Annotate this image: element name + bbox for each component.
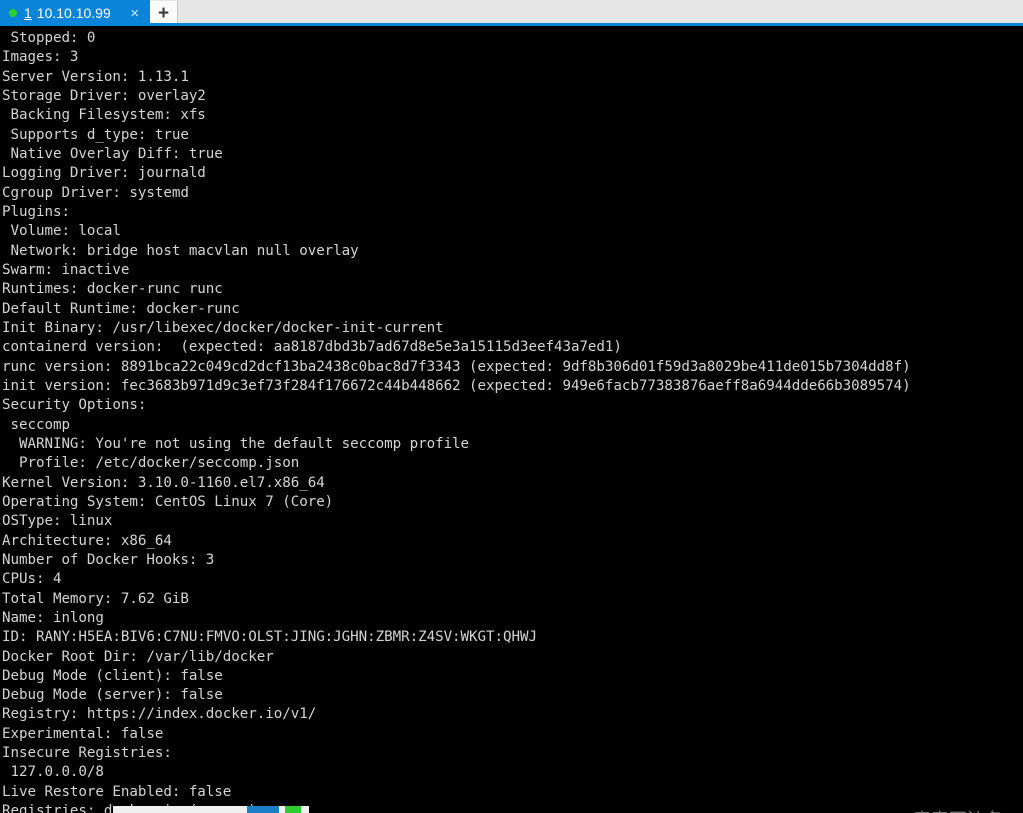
terminal-line: Volume: local bbox=[2, 223, 121, 240]
terminal-line: OSType: linux bbox=[2, 513, 113, 530]
terminal-line: containerd version: (expected: aa8187dbd… bbox=[2, 339, 622, 356]
terminal-line: Insecure Registries: bbox=[2, 745, 172, 762]
terminal-line: Profile: /etc/docker/seccomp.json bbox=[2, 455, 300, 472]
terminal-line: WARNING: You're not using the default se… bbox=[2, 435, 470, 452]
terminal-line: runc version: 8891bca22c049cd2dcf13ba243… bbox=[2, 358, 911, 375]
bottom-window-strip-accent bbox=[247, 806, 279, 813]
terminal-line: Stopped: 0 bbox=[2, 30, 96, 46]
terminal-line: Logging Driver: journald bbox=[2, 165, 206, 182]
terminal-line: Storage Driver: overlay2 bbox=[2, 87, 206, 104]
terminal-line: Network: bridge host macvlan null overla… bbox=[2, 242, 359, 259]
terminal-line: Kernel Version: 3.10.0-1160.el7.x86_64 bbox=[2, 474, 325, 491]
terminal-line: 127.0.0.0/8 bbox=[2, 764, 104, 781]
terminal-line: Total Memory: 7.62 GiB bbox=[2, 590, 189, 607]
terminal-line: Runtimes: docker-runc runc bbox=[2, 281, 223, 298]
bottom-window-strip-indicator bbox=[285, 806, 301, 813]
terminal-line: ID: RANY:H5EA:BIV6:C7NU:FMVO:OLST:JING:J… bbox=[2, 629, 537, 646]
terminal-line: Plugins: bbox=[2, 203, 70, 220]
watermark-label: CSDN @青春不流名 bbox=[838, 806, 1003, 813]
terminal-line: Name: inlong bbox=[2, 609, 104, 626]
terminal-line: Operating System: CentOS Linux 7 (Core) bbox=[2, 493, 334, 510]
terminal-line: Debug Mode (client): false bbox=[2, 667, 223, 684]
terminal-line-list: Stopped: 0 Images: 3 Server Version: 1.13.… bbox=[2, 29, 1021, 813]
terminal-line: Server Version: 1.13.1 bbox=[2, 68, 189, 85]
terminal-line: Architecture: x86_64 bbox=[2, 532, 172, 549]
terminal-line: Debug Mode (server): false bbox=[2, 687, 223, 704]
terminal-line: Cgroup Driver: systemd bbox=[2, 184, 189, 201]
close-icon[interactable]: × bbox=[123, 6, 146, 21]
terminal-line: Supports d_type: true bbox=[2, 126, 189, 143]
terminal-line: Init Binary: /usr/libexec/docker/docker-… bbox=[2, 319, 444, 336]
tab-title-label: 10.10.10.99 bbox=[36, 5, 111, 21]
terminal-line: Registry: https://index.docker.io/v1/ bbox=[2, 706, 317, 723]
terminal-line: Native Overlay Diff: true bbox=[2, 145, 223, 162]
terminal-line: Swarm: inactive bbox=[2, 261, 130, 278]
terminal-line: init version: fec3683b971d9c3ef73f284f17… bbox=[2, 377, 911, 394]
terminal-line: Default Runtime: docker-runc bbox=[2, 300, 240, 317]
terminal-line: Images: 3 bbox=[2, 49, 79, 66]
connection-status-dot-icon bbox=[9, 9, 17, 17]
terminal-line: Docker Root Dir: /var/lib/docker bbox=[2, 648, 274, 665]
terminal-line: Security Options: bbox=[2, 397, 147, 414]
terminal-line: seccomp bbox=[2, 416, 70, 433]
terminal-line: Number of Docker Hooks: 3 bbox=[2, 551, 215, 568]
tab-index-label: 1 bbox=[24, 5, 32, 21]
terminal-output-pane[interactable]: Stopped: 0 Images: 3 Server Version: 1.13.… bbox=[0, 26, 1023, 813]
bottom-window-strip bbox=[113, 806, 309, 813]
terminal-line: CPUs: 4 bbox=[2, 571, 62, 588]
terminal-line: Experimental: false bbox=[2, 725, 164, 742]
terminal-line: Backing Filesystem: xfs bbox=[2, 107, 206, 124]
terminal-line: Live Restore Enabled: false bbox=[2, 783, 232, 800]
